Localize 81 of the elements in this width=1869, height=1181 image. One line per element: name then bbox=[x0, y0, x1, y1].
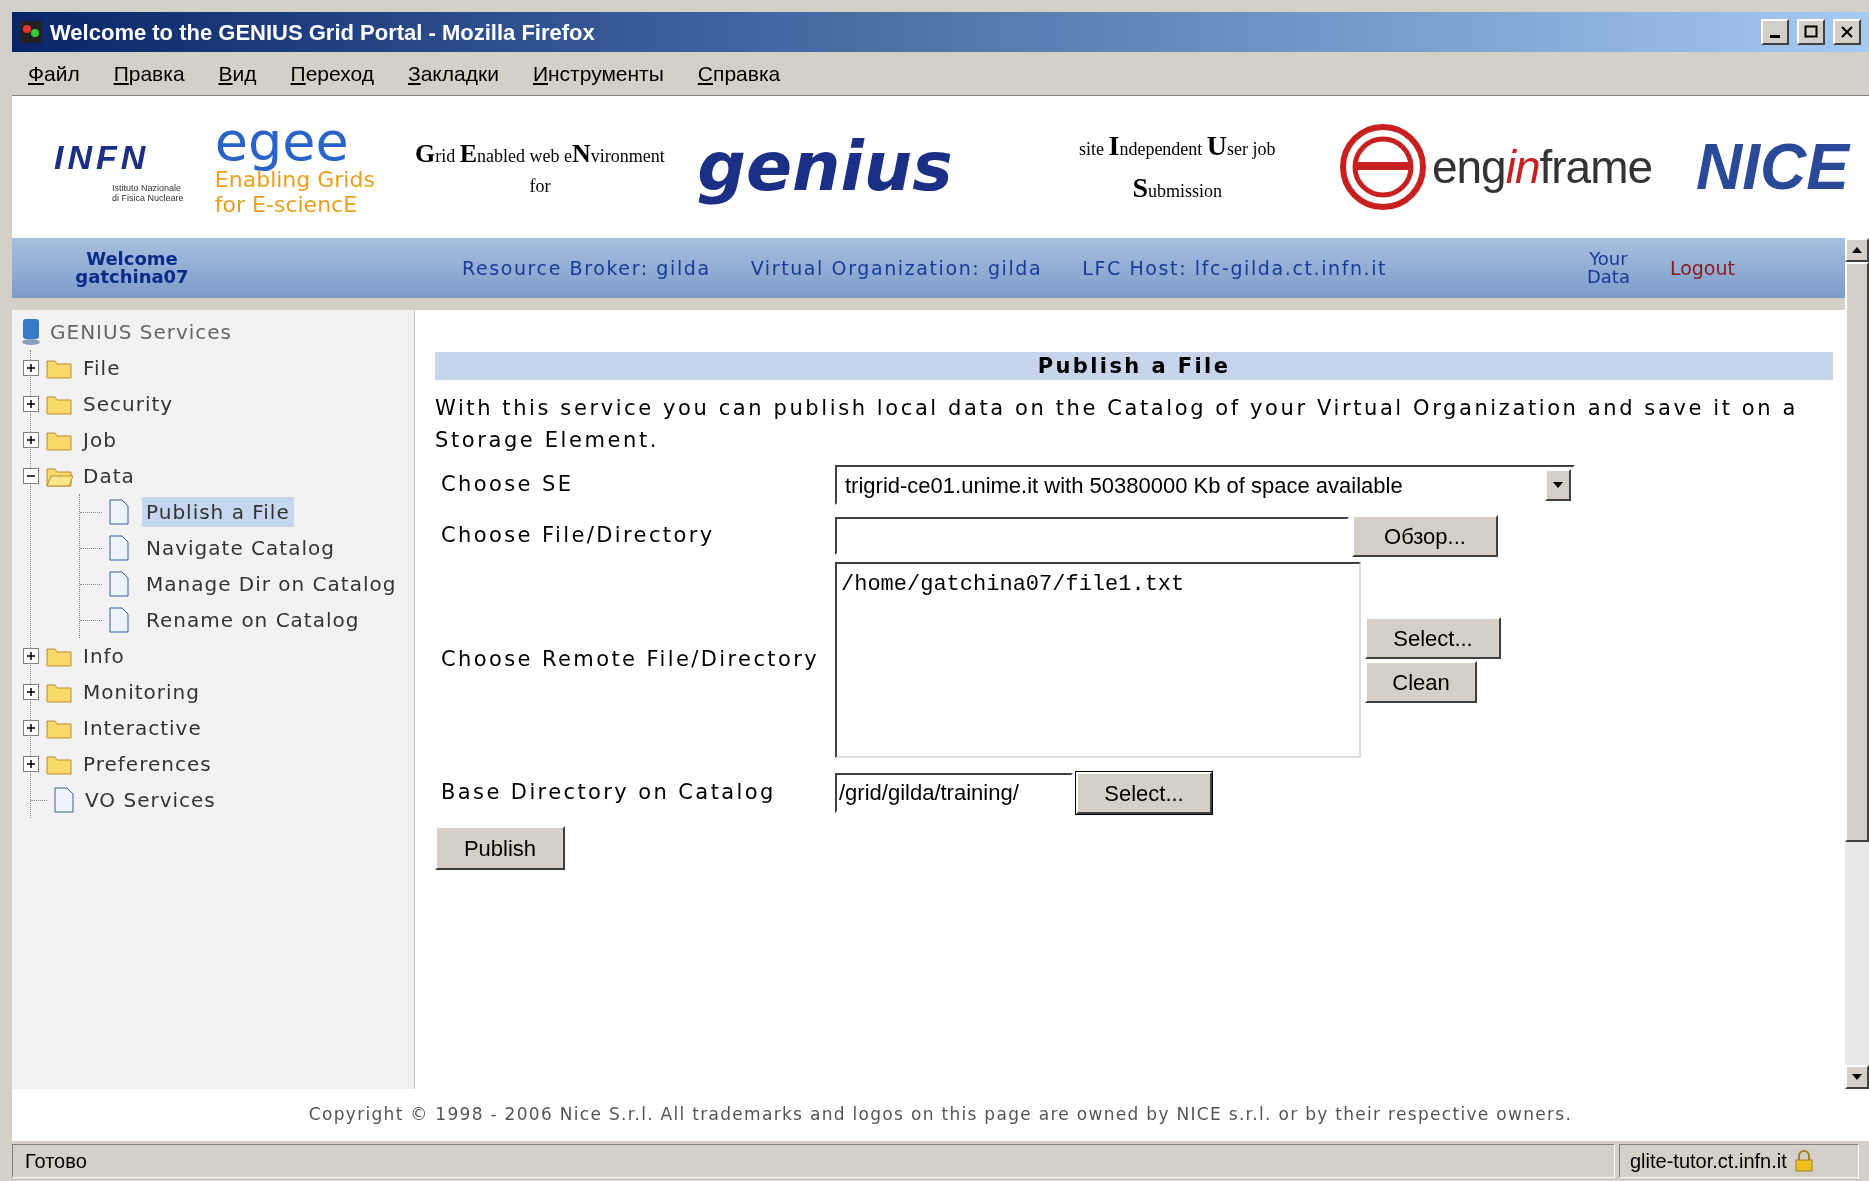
select-button[interactable]: Select... bbox=[1365, 617, 1501, 659]
field-label: Base Directory on Catalog bbox=[440, 779, 777, 807]
se-dropdown[interactable]: trigrid-ce01.unime.it with 50380000 Kb of space available bbox=[835, 465, 1575, 505]
your-data-link[interactable]: Your Data bbox=[1586, 250, 1630, 286]
expand-icon[interactable] bbox=[23, 756, 39, 772]
acronym-text: Grid Enabled web eNvironment bbox=[415, 138, 665, 170]
menu-item[interactable]: Закладки bbox=[408, 57, 499, 90]
select-button[interactable]: Select... bbox=[1076, 772, 1212, 814]
infn-logo: INFN bbox=[54, 136, 151, 178]
tree-item[interactable]: Rename on Catalog bbox=[142, 605, 364, 635]
nav-info: LFC Host: lfc-gilda.ct.infn.it bbox=[1082, 255, 1388, 281]
expand-icon[interactable] bbox=[23, 396, 39, 412]
tree-item[interactable]: Interactive bbox=[79, 713, 206, 743]
expand-icon[interactable] bbox=[23, 360, 39, 376]
tree-item[interactable]: Manage Dir on Catalog bbox=[142, 569, 401, 599]
field-label: Choose Remote File/Directory bbox=[440, 646, 821, 674]
menu-item[interactable]: Файл bbox=[28, 57, 80, 90]
scroll-up-icon bbox=[1852, 247, 1862, 253]
logout-link[interactable]: Logout bbox=[1669, 253, 1735, 283]
expand-icon[interactable] bbox=[23, 684, 39, 700]
enginframe-emblem-icon bbox=[1337, 122, 1428, 212]
tree-root: GENIUS Services bbox=[50, 319, 233, 346]
infn-subtitle: Istituto Nazionale di Fisica Nucleare bbox=[112, 182, 185, 203]
expand-icon[interactable] bbox=[23, 432, 39, 448]
nav-info: Virtual Organization: gilda bbox=[750, 255, 1043, 281]
page-icon bbox=[108, 499, 130, 525]
status-text: Готово bbox=[12, 1144, 1615, 1178]
menu-item[interactable]: Инструменты bbox=[532, 57, 664, 90]
browse-button[interactable]: Обзор... bbox=[1352, 515, 1498, 557]
scrollbar[interactable] bbox=[1845, 238, 1869, 1089]
copyright-text: Copyright © 1998 - 2006 Nice S.r.l. All trademarks and logos on this page are owned by NICE s.r.l. or by their respective owners. bbox=[308, 1103, 1573, 1127]
acronym-text: site Independent User job bbox=[1079, 129, 1276, 163]
tree-item[interactable]: Publish a File bbox=[142, 497, 294, 527]
field-label: Choose File/Directory bbox=[440, 522, 716, 550]
menu-item[interactable]: Справка bbox=[697, 57, 781, 90]
maximize-button[interactable] bbox=[1797, 19, 1825, 45]
menu-item[interactable]: Переход bbox=[290, 57, 374, 90]
nice-logo: NICE bbox=[1696, 130, 1849, 205]
menu-item[interactable]: Правка bbox=[113, 57, 185, 90]
genius-logo: genius bbox=[696, 126, 954, 208]
enginframe-logo: enginframe bbox=[1431, 139, 1653, 195]
page-icon bbox=[108, 571, 130, 597]
host-text: glite-tutor.ct.infn.it bbox=[1630, 1149, 1787, 1174]
base-directory-field[interactable]: /grid/gilda/training/ bbox=[835, 773, 1073, 813]
minimize-button[interactable] bbox=[1761, 19, 1789, 45]
window-title: Welcome to the GENIUS Grid Portal - Mozilla Firefox bbox=[50, 18, 595, 47]
tree-item[interactable]: Navigate Catalog bbox=[142, 533, 339, 563]
acronym-text: for bbox=[529, 175, 551, 198]
tree-item[interactable]: Security bbox=[79, 389, 178, 419]
tree-item[interactable]: Preferences bbox=[79, 749, 216, 779]
computer-icon bbox=[20, 318, 42, 346]
nav-info: Resource Broker: gilda bbox=[462, 255, 711, 281]
acronym-text: Submission bbox=[1132, 171, 1223, 205]
tree-item[interactable]: Monitoring bbox=[79, 677, 204, 707]
lock-icon bbox=[1794, 1150, 1813, 1172]
dropdown-arrow-icon bbox=[1553, 482, 1563, 488]
section-heading: Publish a File bbox=[435, 352, 1833, 380]
tree-item[interactable]: Info bbox=[79, 641, 129, 671]
scroll-down-icon bbox=[1852, 1074, 1862, 1080]
intro-text: With this service you can publish local data on the Catalog of your Virtual Organization and save it on a Storage Element. bbox=[435, 395, 1799, 454]
tree-item[interactable]: Job bbox=[79, 425, 121, 455]
page-icon bbox=[108, 535, 130, 561]
publish-button[interactable]: Publish bbox=[435, 826, 565, 870]
field-label: Choose SE bbox=[440, 471, 575, 499]
tree-item[interactable]: File bbox=[79, 353, 125, 383]
page-icon bbox=[53, 787, 75, 813]
menu-item[interactable]: Вид bbox=[218, 57, 257, 90]
close-button[interactable] bbox=[1833, 19, 1861, 45]
expand-icon[interactable] bbox=[23, 720, 39, 736]
tree-item[interactable]: VO Services bbox=[81, 785, 220, 815]
remote-path-box[interactable]: /home/gatchina07/file1.txt bbox=[835, 562, 1361, 758]
minimize-icon bbox=[1770, 34, 1780, 38]
welcome-text: Welcome gatchina07 bbox=[74, 250, 190, 286]
app-icon bbox=[20, 21, 42, 43]
expand-icon[interactable] bbox=[23, 648, 39, 664]
clean-button[interactable]: Clean bbox=[1365, 661, 1477, 703]
maximize-icon bbox=[1804, 25, 1818, 39]
close-icon bbox=[1840, 25, 1854, 39]
tree-item[interactable]: Data bbox=[79, 461, 139, 491]
collapse-icon[interactable] bbox=[23, 468, 39, 484]
page-icon bbox=[108, 607, 130, 633]
